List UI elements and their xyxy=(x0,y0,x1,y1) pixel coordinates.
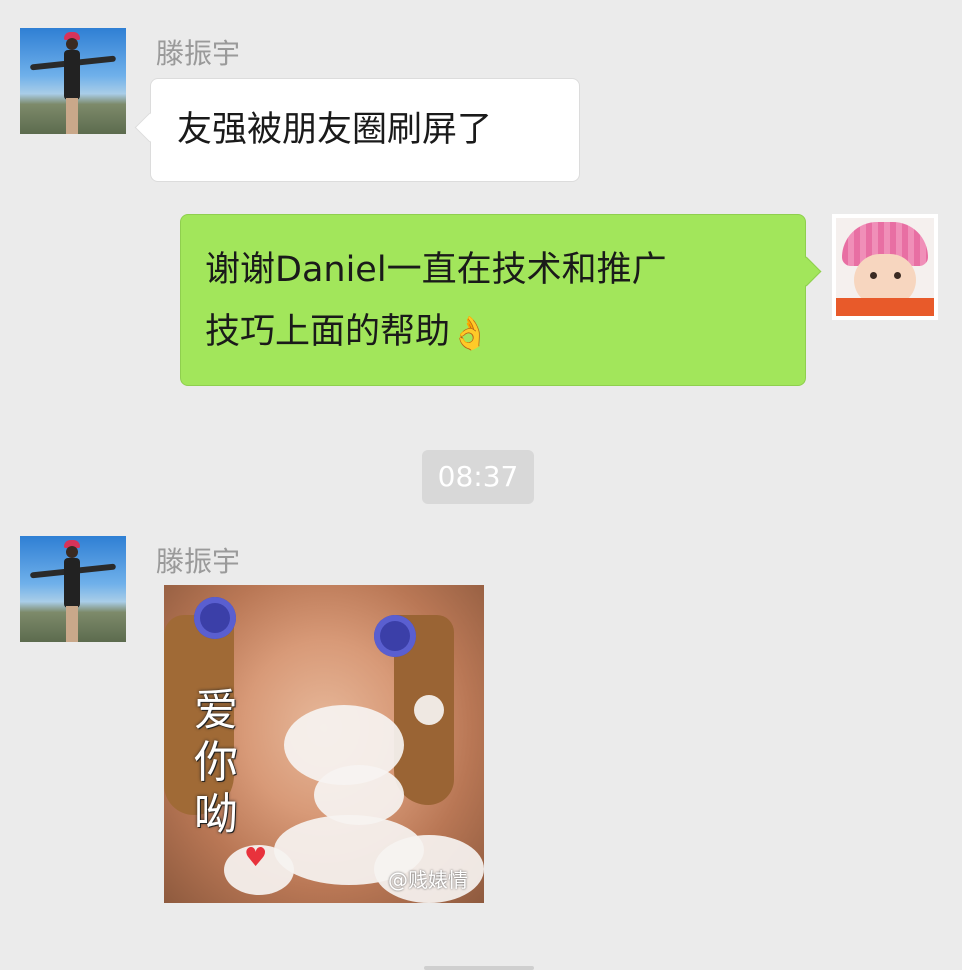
self-avatar[interactable] xyxy=(832,214,938,320)
scroll-indicator xyxy=(424,966,534,970)
incoming-message-bubble[interactable]: 友强被朋友圈刷屏了 xyxy=(150,78,580,182)
avatar-legs xyxy=(66,98,78,134)
sender-avatar[interactable] xyxy=(20,28,126,134)
flower-icon xyxy=(194,597,236,639)
message-text-line2-label: 技巧上面的帮助 xyxy=(205,312,451,352)
sender-avatar[interactable] xyxy=(20,536,126,642)
sender-name: 滕振宇 xyxy=(156,37,241,70)
timestamp-pill: 08:37 xyxy=(422,450,534,504)
heart-icon: ♥ xyxy=(244,843,268,873)
foam-blob xyxy=(414,695,444,725)
avatar-head xyxy=(66,38,78,50)
sticker-caption: 爱你呦 xyxy=(194,685,238,840)
message-text-line1: 谢谢Daniel一直在技术和推广 xyxy=(205,250,667,290)
avatar-eye-left xyxy=(870,272,877,279)
avatar-coat xyxy=(836,298,934,316)
avatar-body xyxy=(64,50,80,100)
message-text: 友强被朋友圈刷屏了 xyxy=(177,110,493,150)
avatar-legs xyxy=(66,606,78,642)
avatar-eye-right xyxy=(894,272,901,279)
sticker-image[interactable]: 爱你呦 ♥ @贱婊情 xyxy=(164,585,484,903)
sender-name: 滕振宇 xyxy=(156,545,241,578)
sticker-watermark: @贱婊情 xyxy=(388,868,468,892)
flower-icon xyxy=(374,615,416,657)
avatar-head xyxy=(66,546,78,558)
outgoing-message-bubble[interactable]: 谢谢Daniel一直在技术和推广 技巧上面的帮助👌 xyxy=(180,214,806,386)
message-text-line2: 技巧上面的帮助👌 xyxy=(205,301,805,364)
avatar-body xyxy=(64,558,80,608)
ok-hand-emoji-icon: 👌 xyxy=(450,314,490,352)
